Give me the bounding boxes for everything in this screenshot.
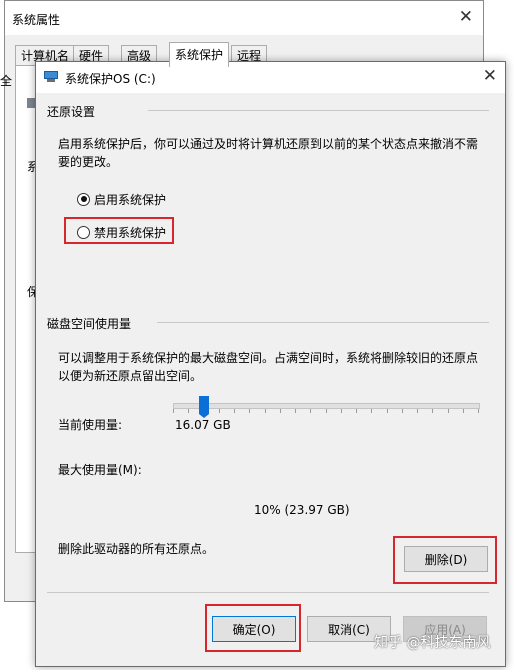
close-icon[interactable]: ✕ bbox=[459, 8, 473, 26]
slider-tick bbox=[341, 409, 342, 413]
tab-system-protection[interactable]: 系统保护 bbox=[169, 42, 230, 67]
max-usage-slider-thumb[interactable] bbox=[198, 396, 209, 418]
edge-text: 全 bbox=[0, 74, 13, 88]
enable-protection-label: 启用系统保护 bbox=[94, 192, 167, 207]
slider-tick bbox=[295, 409, 296, 413]
slider-tick bbox=[280, 409, 281, 413]
max-usage-value: 10% (23.97 GB) bbox=[254, 503, 350, 517]
slider-tick bbox=[387, 409, 388, 413]
max-usage-label: 最大使用量(M): bbox=[58, 463, 142, 477]
system-properties-titlebar: 系统属性 ✕ bbox=[5, 1, 483, 35]
restore-settings-title: 还原设置 bbox=[47, 103, 100, 120]
slider-tick bbox=[417, 409, 418, 413]
slider-tick bbox=[371, 409, 372, 413]
slider-tick bbox=[463, 409, 464, 413]
restore-description: 启用系统保护后，你可以通过及时将计算机还原到以前的某个状态点来撤消不需 要的更改… bbox=[58, 137, 479, 169]
slider-tick bbox=[219, 409, 220, 413]
highlight-box bbox=[393, 536, 497, 584]
slider-tick bbox=[188, 409, 189, 413]
current-usage-value: 16.07 GB bbox=[175, 418, 231, 432]
enable-protection-radio[interactable]: 启用系统保护 bbox=[77, 190, 166, 208]
dialog-titlebar: 系统保护OS (C:) ✕ bbox=[36, 62, 505, 93]
slider-tick bbox=[326, 409, 327, 413]
delete-description: 删除此驱动器的所有还原点。 bbox=[58, 542, 215, 556]
highlight-box bbox=[205, 604, 301, 652]
slider-tick bbox=[249, 409, 250, 413]
group-divider bbox=[157, 322, 489, 323]
disk-usage-description: 可以调整用于系统保护的最大磁盘空间。占满空间时，系统将删除较旧的还原点 以便为新… bbox=[58, 351, 479, 383]
slider-tick bbox=[234, 409, 235, 413]
system-properties-title: 系统属性 bbox=[12, 13, 61, 27]
drive-icon bbox=[27, 98, 35, 108]
slider-tick bbox=[478, 409, 479, 413]
slider-ticks bbox=[173, 409, 479, 413]
slider-tick bbox=[356, 409, 357, 413]
radio-checked[interactable] bbox=[77, 192, 90, 206]
slider-tick bbox=[265, 409, 266, 413]
disk-usage-title: 磁盘空间使用量 bbox=[47, 315, 136, 332]
close-icon[interactable]: ✕ bbox=[483, 67, 497, 85]
slider-tick bbox=[310, 409, 311, 413]
button-separator bbox=[47, 592, 489, 593]
dialog-title: 系统保护OS (C:) bbox=[65, 72, 156, 86]
current-usage-label: 当前使用量: bbox=[58, 418, 123, 432]
slider-tick bbox=[402, 409, 403, 413]
group-divider bbox=[148, 110, 489, 111]
slider-tick bbox=[448, 409, 449, 413]
computer-icon bbox=[44, 71, 58, 82]
watermark: 知乎 @科技东南风 bbox=[374, 635, 491, 651]
slider-tick bbox=[173, 409, 174, 413]
slider-tick bbox=[432, 409, 433, 413]
highlight-box bbox=[64, 217, 174, 244]
